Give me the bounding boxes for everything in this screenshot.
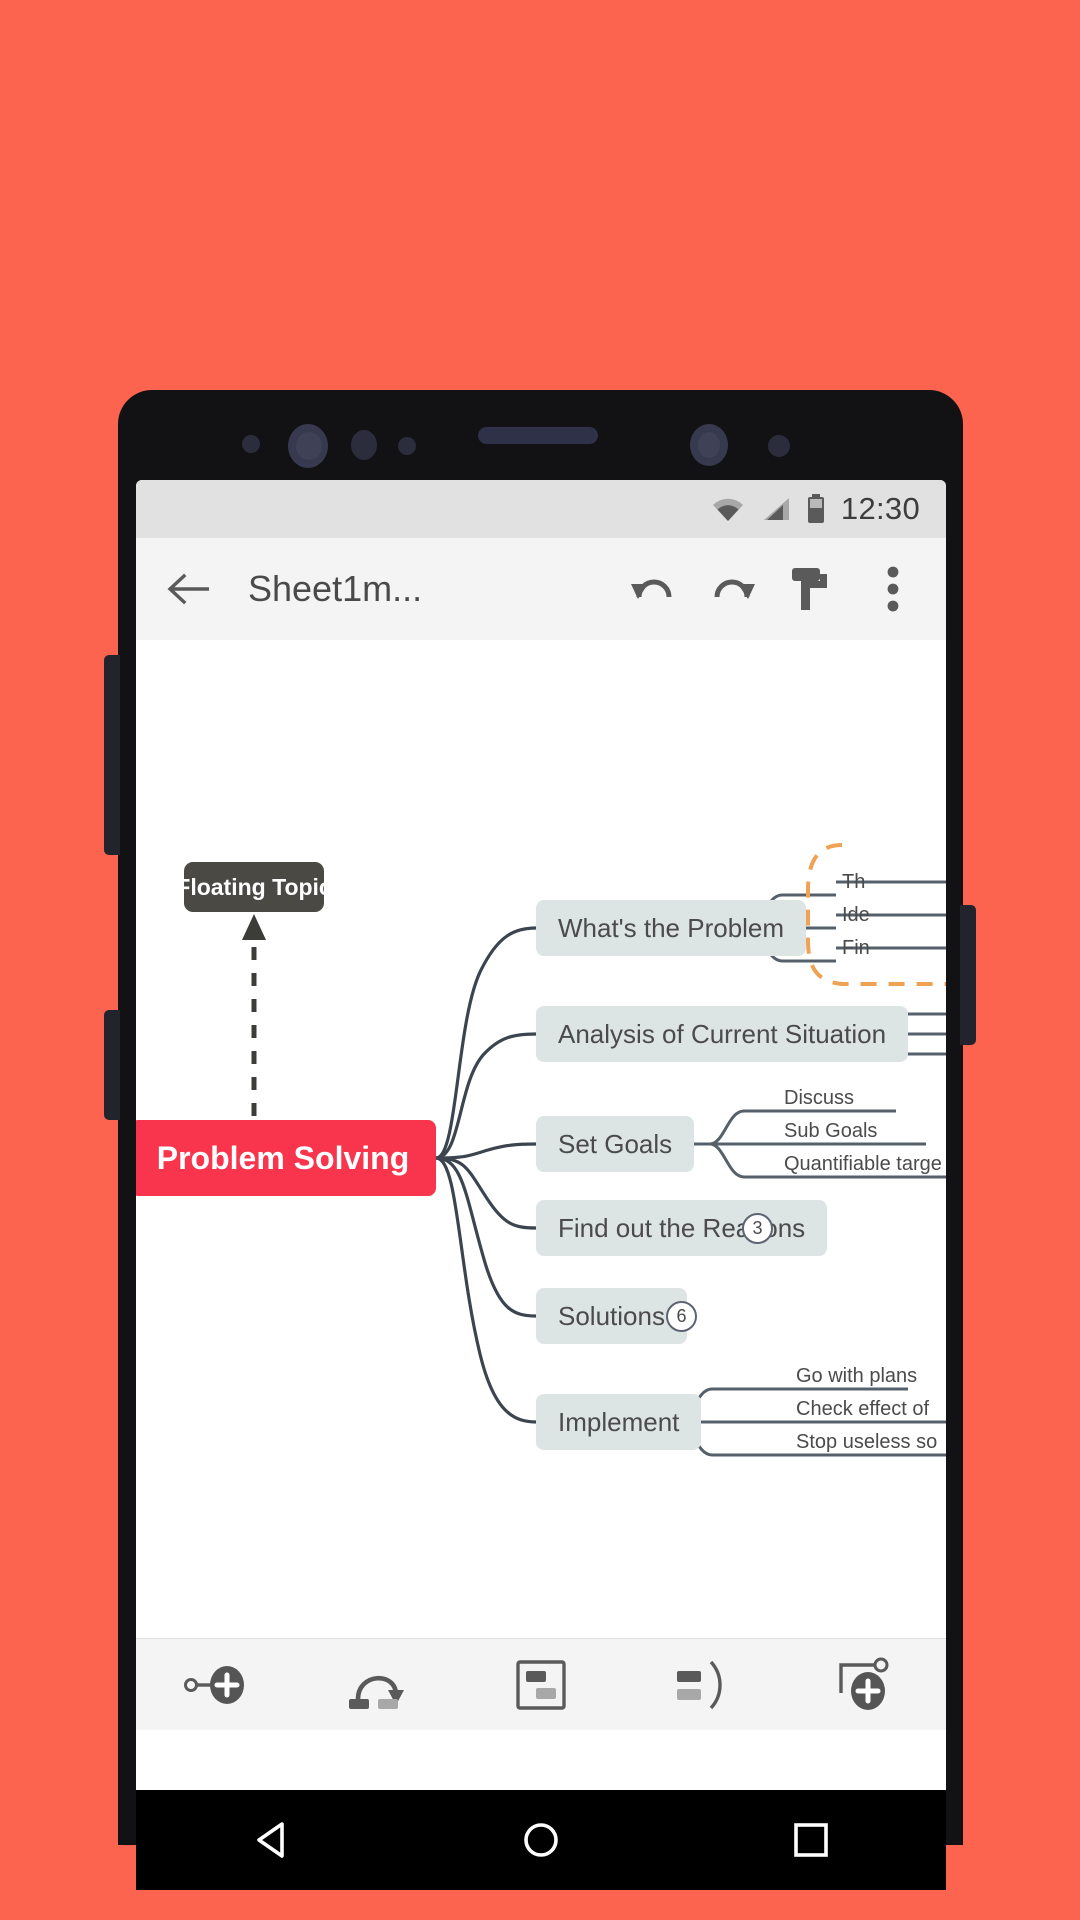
earpiece-speaker [478, 427, 598, 444]
node-label: Check effect of [796, 1397, 930, 1420]
node-branch-find-out-the-reasons[interactable]: Find out the Reasons [536, 1200, 828, 1256]
node-leaf-6-1[interactable]: Go with plans [796, 1362, 917, 1390]
relationship-arrow-icon[interactable] [324, 1646, 434, 1724]
status-time: 12:30 [840, 491, 920, 526]
node-leaf-3-1[interactable]: Discuss [784, 1084, 854, 1112]
node-leaf-1-2[interactable]: Ide [842, 901, 870, 929]
node-branch-implement[interactable]: Implement [536, 1394, 702, 1450]
node-label: Solutions [558, 1300, 665, 1331]
node-leaf-3-2[interactable]: Sub Goals [784, 1117, 877, 1145]
node-label: Fin [842, 936, 870, 959]
page-title: Sheet1m... [248, 568, 423, 609]
collapsed-count-badge-solutions[interactable]: 6 [666, 1301, 697, 1332]
node-leaf-1-1[interactable]: Th [842, 868, 865, 896]
secondary-camera-lens-icon [698, 432, 720, 458]
badge-count: 3 [752, 1218, 763, 1238]
led-indicator-icon [768, 435, 790, 457]
node-label: Floating Topic [176, 873, 332, 900]
node-label: Go with plans [796, 1364, 918, 1387]
boundary-bracket-icon[interactable] [648, 1646, 758, 1724]
node-label: Problem Solving [156, 1139, 410, 1176]
sensor-dot-icon [242, 435, 260, 453]
redo-icon[interactable] [702, 558, 764, 620]
more-vertical-icon[interactable] [862, 558, 924, 620]
node-label: Implement [558, 1406, 680, 1437]
battery-icon [807, 494, 825, 524]
bottom-toolbar [136, 1638, 946, 1730]
node-label: Quantifiable targe [784, 1152, 942, 1175]
node-label: Sub Goals [784, 1119, 878, 1142]
node-label: Discuss [784, 1086, 855, 1109]
proximity-sensor-icon [351, 430, 377, 460]
node-label: Th [842, 870, 866, 893]
card-layout-icon[interactable] [486, 1646, 596, 1724]
node-branch-whats-the-problem[interactable]: What's the Problem [536, 900, 807, 956]
status-bar: 12:30 [136, 480, 946, 538]
node-branch-analysis-of-current-situation[interactable]: Analysis of Current Situation [536, 1006, 909, 1062]
floating-topic-plus-icon[interactable] [810, 1646, 920, 1724]
wifi-icon [711, 496, 745, 522]
node-label: Ide [842, 903, 870, 926]
node-leaf-1-3[interactable]: Fin [842, 934, 870, 962]
node-label: Set Goals [558, 1128, 673, 1159]
node-leaf-3-3[interactable]: Quantifiable targe [784, 1150, 942, 1178]
phone-screen: 12:30 Sheet1m... Floating Topic Problem … [136, 480, 946, 1790]
badge-count: 6 [676, 1306, 687, 1326]
circle-home-icon[interactable] [481, 1805, 601, 1875]
paint-roller-icon[interactable] [782, 558, 844, 620]
node-leaf-6-2[interactable]: Check effect of [796, 1395, 929, 1423]
square-recents-icon[interactable] [751, 1805, 871, 1875]
back-arrow-icon[interactable] [158, 558, 220, 620]
undo-icon[interactable] [622, 558, 684, 620]
light-sensor-icon [398, 437, 416, 455]
cellular-signal-icon [761, 496, 791, 522]
collapsed-count-badge-reasons[interactable]: 3 [742, 1213, 773, 1244]
node-branch-set-goals[interactable]: Set Goals [536, 1116, 695, 1172]
volume-up-button[interactable] [104, 655, 120, 855]
triangle-back-icon[interactable] [211, 1805, 331, 1875]
android-nav-bar [136, 1790, 946, 1890]
node-floating-topic[interactable]: Floating Topic [176, 862, 332, 912]
volume-down-button[interactable] [104, 1010, 120, 1120]
front-camera-lens-icon [296, 432, 322, 460]
node-label: Analysis of Current Situation [558, 1018, 887, 1049]
node-label: Stop useless so [796, 1430, 938, 1453]
mindmap-canvas[interactable]: Floating Topic Problem Solving What's th… [136, 640, 946, 1638]
node-label: What's the Problem [558, 912, 785, 943]
node-central-topic[interactable]: Problem Solving [136, 1120, 436, 1196]
power-button[interactable] [960, 905, 976, 1045]
node-plus-icon[interactable] [162, 1646, 272, 1724]
node-branch-solutions[interactable]: Solutions [536, 1288, 687, 1344]
app-bar: Sheet1m... [136, 538, 946, 640]
node-leaf-6-3[interactable]: Stop useless so [796, 1428, 937, 1456]
